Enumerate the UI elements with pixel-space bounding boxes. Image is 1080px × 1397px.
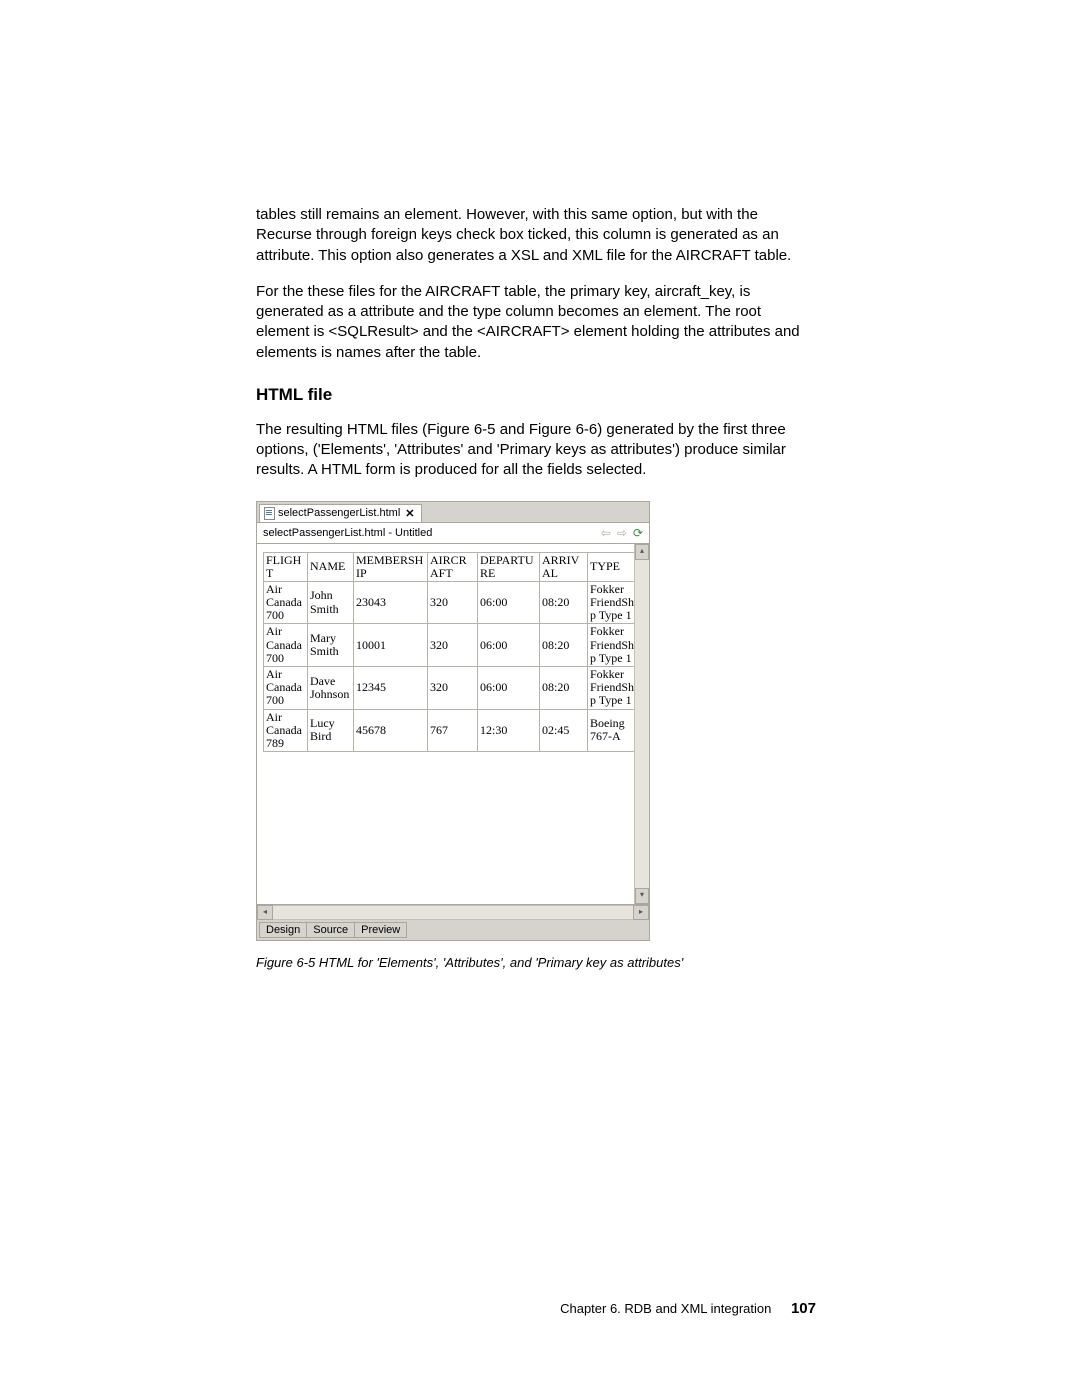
paragraph-1: tables still remains an element. However…: [256, 205, 816, 266]
footer-chapter: Chapter 6. RDB and XML integration: [560, 1301, 771, 1316]
th-membership: MEMBERSHIP: [354, 552, 428, 581]
tab-preview[interactable]: Preview: [354, 922, 407, 938]
figure-caption: Figure 6-5 HTML for 'Elements', 'Attribu…: [256, 955, 816, 970]
editor-window: selectPassengerList.html ✕ selectPasseng…: [256, 501, 650, 941]
table-row: Air Canada 700 Dave Johnson 12345 320 06…: [264, 667, 646, 710]
th-name: NAME: [308, 552, 354, 581]
page-number: 107: [791, 1300, 816, 1317]
hscroll-track[interactable]: [273, 905, 633, 920]
file-icon: [264, 507, 275, 520]
scroll-left-icon[interactable]: ◂: [257, 905, 273, 920]
vertical-scrollbar[interactable]: ▴ ▾: [634, 544, 649, 904]
refresh-icon[interactable]: ⟳: [633, 526, 643, 540]
forward-arrow-icon[interactable]: ⇨: [617, 526, 627, 540]
back-arrow-icon[interactable]: ⇦: [601, 526, 611, 540]
table-row: Air Canada 700 Mary Smith 10001 320 06:0…: [264, 624, 646, 667]
page-content: tables still remains an element. However…: [256, 190, 816, 970]
tab-design[interactable]: Design: [259, 922, 307, 938]
editor-title-row: selectPassengerList.html - Untitled ⇦ ⇨ …: [257, 523, 649, 544]
close-icon[interactable]: ✕: [405, 507, 414, 520]
editor-tab-label: selectPassengerList.html: [278, 507, 400, 519]
th-aircraft: AIRCRAFT: [428, 552, 478, 581]
passenger-table: FLIGHT NAME MEMBERSHIP AIRCRAFT DEPARTUR…: [263, 552, 646, 753]
editor-bottom-tabs: Design Source Preview: [257, 920, 649, 940]
scroll-up-icon[interactable]: ▴: [635, 544, 649, 560]
table-row: Air Canada 700 John Smith 23043 320 06:0…: [264, 581, 646, 624]
th-arrival: ARRIVAL: [540, 552, 588, 581]
heading-html-file: HTML file: [256, 385, 816, 405]
scroll-down-icon[interactable]: ▾: [635, 888, 649, 904]
page-footer: Chapter 6. RDB and XML integration 107: [256, 1300, 816, 1317]
editor-tab[interactable]: selectPassengerList.html ✕: [259, 504, 422, 522]
paragraph-3: The resulting HTML files (Figure 6-5 and…: [256, 420, 816, 481]
editor-tab-bar: selectPassengerList.html ✕: [257, 502, 649, 523]
th-departure: DEPARTURE: [478, 552, 540, 581]
horizontal-scrollbar[interactable]: ◂ ▸: [257, 904, 649, 920]
tab-source[interactable]: Source: [306, 922, 355, 938]
scroll-right-icon[interactable]: ▸: [633, 905, 649, 920]
editor-content: FLIGHT NAME MEMBERSHIP AIRCRAFT DEPARTUR…: [257, 544, 649, 904]
paragraph-2: For the these files for the AIRCRAFT tab…: [256, 282, 816, 363]
nav-icons-group: ⇦ ⇨ ⟳: [601, 526, 643, 540]
document-title: selectPassengerList.html - Untitled: [263, 527, 432, 539]
th-flight: FLIGHT: [264, 552, 308, 581]
table-header-row: FLIGHT NAME MEMBERSHIP AIRCRAFT DEPARTUR…: [264, 552, 646, 581]
table-row: Air Canada 789 Lucy Bird 45678 767 12:30…: [264, 709, 646, 752]
